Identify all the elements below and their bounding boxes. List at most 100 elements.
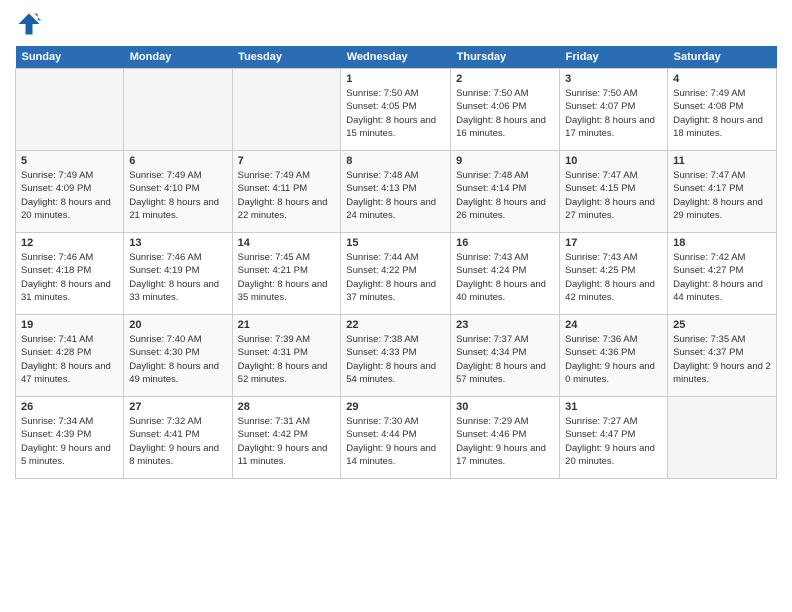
- day-info: Sunrise: 7:30 AM Sunset: 4:44 PM Dayligh…: [346, 415, 445, 468]
- day-info: Sunrise: 7:46 AM Sunset: 4:18 PM Dayligh…: [21, 251, 118, 304]
- day-number: 3: [565, 73, 662, 85]
- calendar-cell: 13 Sunrise: 7:46 AM Sunset: 4:19 PM Dayli…: [124, 233, 232, 315]
- day-info: Sunrise: 7:48 AM Sunset: 4:13 PM Dayligh…: [346, 169, 445, 222]
- day-number: 12: [21, 237, 118, 249]
- day-info: Sunrise: 7:49 AM Sunset: 4:10 PM Dayligh…: [129, 169, 226, 222]
- day-info: Sunrise: 7:42 AM Sunset: 4:27 PM Dayligh…: [673, 251, 771, 304]
- day-info: Sunrise: 7:35 AM Sunset: 4:37 PM Dayligh…: [673, 333, 771, 386]
- calendar-cell: 27 Sunrise: 7:32 AM Sunset: 4:41 PM Dayli…: [124, 397, 232, 479]
- day-info: Sunrise: 7:43 AM Sunset: 4:25 PM Dayligh…: [565, 251, 662, 304]
- day-info: Sunrise: 7:50 AM Sunset: 4:06 PM Dayligh…: [456, 87, 554, 140]
- calendar-cell: 25 Sunrise: 7:35 AM Sunset: 4:37 PM Dayli…: [668, 315, 777, 397]
- day-number: 14: [238, 237, 336, 249]
- day-number: 23: [456, 319, 554, 331]
- day-info: Sunrise: 7:46 AM Sunset: 4:19 PM Dayligh…: [129, 251, 226, 304]
- day-info: Sunrise: 7:44 AM Sunset: 4:22 PM Dayligh…: [346, 251, 445, 304]
- day-number: 19: [21, 319, 118, 331]
- calendar-cell: 31 Sunrise: 7:27 AM Sunset: 4:47 PM Dayli…: [560, 397, 668, 479]
- day-number: 2: [456, 73, 554, 85]
- day-info: Sunrise: 7:32 AM Sunset: 4:41 PM Dayligh…: [129, 415, 226, 468]
- day-info: Sunrise: 7:34 AM Sunset: 4:39 PM Dayligh…: [21, 415, 118, 468]
- day-info: Sunrise: 7:39 AM Sunset: 4:31 PM Dayligh…: [238, 333, 336, 386]
- col-header-monday: Monday: [124, 46, 232, 69]
- day-number: 26: [21, 401, 118, 413]
- col-header-sunday: Sunday: [16, 46, 124, 69]
- calendar-cell: 6 Sunrise: 7:49 AM Sunset: 4:10 PM Daylig…: [124, 151, 232, 233]
- calendar-cell: 30 Sunrise: 7:29 AM Sunset: 4:46 PM Dayli…: [451, 397, 560, 479]
- calendar-cell: 19 Sunrise: 7:41 AM Sunset: 4:28 PM Dayli…: [16, 315, 124, 397]
- calendar-cell: 28Sunrise: 7:31 AM Sunset: 4:42 PM Dayli…: [232, 397, 341, 479]
- day-number: 11: [673, 155, 771, 167]
- day-number: 24: [565, 319, 662, 331]
- day-info: Sunrise: 7:50 AM Sunset: 4:05 PM Dayligh…: [346, 87, 445, 140]
- calendar-week-row: 1 Sunrise: 7:50 AM Sunset: 4:05 PM Daylig…: [16, 69, 777, 151]
- col-header-thursday: Thursday: [451, 46, 560, 69]
- day-info: Sunrise: 7:38 AM Sunset: 4:33 PM Dayligh…: [346, 333, 445, 386]
- day-number: 21: [238, 319, 336, 331]
- day-info: Sunrise: 7:41 AM Sunset: 4:28 PM Dayligh…: [21, 333, 118, 386]
- calendar-cell: 5 Sunrise: 7:49 AM Sunset: 4:09 PM Daylig…: [16, 151, 124, 233]
- day-info: Sunrise: 7:27 AM Sunset: 4:47 PM Dayligh…: [565, 415, 662, 468]
- day-number: 4: [673, 73, 771, 85]
- header: [15, 10, 777, 38]
- calendar-cell: [124, 69, 232, 151]
- day-number: 28: [238, 401, 336, 413]
- calendar-cell: 21 Sunrise: 7:39 AM Sunset: 4:31 PM Dayli…: [232, 315, 341, 397]
- day-info: Sunrise: 7:50 AM Sunset: 4:07 PM Dayligh…: [565, 87, 662, 140]
- calendar-cell: [668, 397, 777, 479]
- calendar-week-row: 19 Sunrise: 7:41 AM Sunset: 4:28 PM Dayli…: [16, 315, 777, 397]
- day-number: 15: [346, 237, 445, 249]
- day-info: Sunrise: 7:40 AM Sunset: 4:30 PM Dayligh…: [129, 333, 226, 386]
- calendar-cell: 16Sunrise: 7:43 AM Sunset: 4:24 PM Dayli…: [451, 233, 560, 315]
- calendar-week-row: 26 Sunrise: 7:34 AM Sunset: 4:39 PM Dayli…: [16, 397, 777, 479]
- day-number: 20: [129, 319, 226, 331]
- day-info: Sunrise: 7:36 AM Sunset: 4:36 PM Dayligh…: [565, 333, 662, 386]
- calendar-table: SundayMondayTuesdayWednesdayThursdayFrid…: [15, 46, 777, 479]
- calendar-cell: 24 Sunrise: 7:36 AM Sunset: 4:36 PM Dayli…: [560, 315, 668, 397]
- day-number: 17: [565, 237, 662, 249]
- calendar-cell: 23 Sunrise: 7:37 AM Sunset: 4:34 PM Dayli…: [451, 315, 560, 397]
- day-number: 30: [456, 401, 554, 413]
- day-info: Sunrise: 7:49 AM Sunset: 4:08 PM Dayligh…: [673, 87, 771, 140]
- day-info: Sunrise: 7:29 AM Sunset: 4:46 PM Dayligh…: [456, 415, 554, 468]
- logo-icon: [15, 10, 43, 38]
- calendar-cell: 20 Sunrise: 7:40 AM Sunset: 4:30 PM Dayli…: [124, 315, 232, 397]
- day-info: Sunrise: 7:48 AM Sunset: 4:14 PM Dayligh…: [456, 169, 554, 222]
- day-number: 7: [238, 155, 336, 167]
- calendar-cell: 26 Sunrise: 7:34 AM Sunset: 4:39 PM Dayli…: [16, 397, 124, 479]
- calendar-cell: [232, 69, 341, 151]
- day-info: Sunrise: 7:49 AM Sunset: 4:09 PM Dayligh…: [21, 169, 118, 222]
- calendar-cell: 11Sunrise: 7:47 AM Sunset: 4:17 PM Dayli…: [668, 151, 777, 233]
- calendar-cell: 17 Sunrise: 7:43 AM Sunset: 4:25 PM Dayli…: [560, 233, 668, 315]
- col-header-friday: Friday: [560, 46, 668, 69]
- calendar-cell: 3 Sunrise: 7:50 AM Sunset: 4:07 PM Daylig…: [560, 69, 668, 151]
- day-number: 25: [673, 319, 771, 331]
- calendar-cell: 12 Sunrise: 7:46 AM Sunset: 4:18 PM Dayli…: [16, 233, 124, 315]
- calendar-cell: 15 Sunrise: 7:44 AM Sunset: 4:22 PM Dayli…: [341, 233, 451, 315]
- day-info: Sunrise: 7:43 AM Sunset: 4:24 PM Dayligh…: [456, 251, 554, 304]
- calendar-week-row: 5 Sunrise: 7:49 AM Sunset: 4:09 PM Daylig…: [16, 151, 777, 233]
- col-header-wednesday: Wednesday: [341, 46, 451, 69]
- calendar-week-row: 12 Sunrise: 7:46 AM Sunset: 4:18 PM Dayli…: [16, 233, 777, 315]
- calendar-cell: 14Sunrise: 7:45 AM Sunset: 4:21 PM Dayli…: [232, 233, 341, 315]
- page-container: SundayMondayTuesdayWednesdayThursdayFrid…: [0, 0, 792, 612]
- calendar-cell: 4 Sunrise: 7:49 AM Sunset: 4:08 PM Daylig…: [668, 69, 777, 151]
- day-number: 13: [129, 237, 226, 249]
- day-number: 27: [129, 401, 226, 413]
- day-info: Sunrise: 7:49 AM Sunset: 4:11 PM Dayligh…: [238, 169, 336, 222]
- day-number: 18: [673, 237, 771, 249]
- day-number: 9: [456, 155, 554, 167]
- calendar-cell: 9 Sunrise: 7:48 AM Sunset: 4:14 PM Daylig…: [451, 151, 560, 233]
- day-number: 5: [21, 155, 118, 167]
- day-number: 10: [565, 155, 662, 167]
- day-info: Sunrise: 7:37 AM Sunset: 4:34 PM Dayligh…: [456, 333, 554, 386]
- calendar-header-row: SundayMondayTuesdayWednesdayThursdayFrid…: [16, 46, 777, 69]
- day-number: 1: [346, 73, 445, 85]
- calendar-cell: 10Sunrise: 7:47 AM Sunset: 4:15 PM Dayli…: [560, 151, 668, 233]
- calendar-cell: 2 Sunrise: 7:50 AM Sunset: 4:06 PM Daylig…: [451, 69, 560, 151]
- day-number: 6: [129, 155, 226, 167]
- col-header-tuesday: Tuesday: [232, 46, 341, 69]
- calendar-cell: 22Sunrise: 7:38 AM Sunset: 4:33 PM Dayli…: [341, 315, 451, 397]
- day-number: 31: [565, 401, 662, 413]
- day-number: 8: [346, 155, 445, 167]
